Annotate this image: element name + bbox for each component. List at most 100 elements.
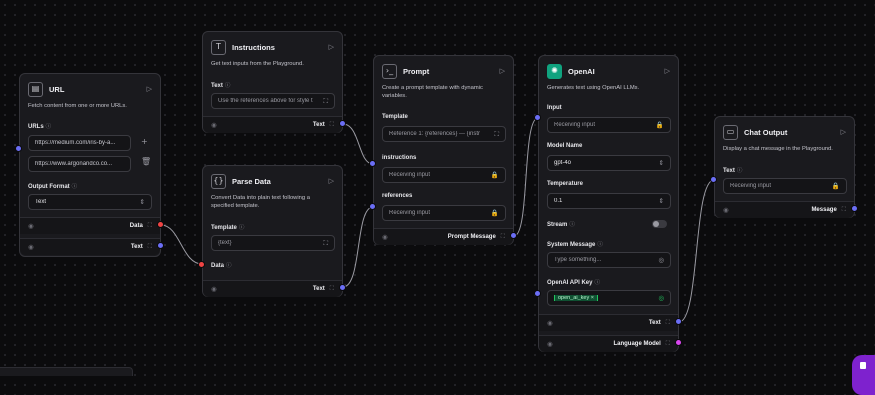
run-icon[interactable]: ▷ [329, 177, 334, 185]
edge-prompt-to-openai[interactable] [513, 117, 539, 237]
parse-data-input-handle[interactable] [198, 261, 205, 268]
braces-icon: {} [211, 173, 226, 189]
openai-text-handle[interactable] [675, 318, 682, 325]
lock-icon: 🔒 [831, 182, 840, 190]
chat-output-handle[interactable] [851, 205, 858, 212]
instructions-text-handle[interactable] [339, 120, 346, 127]
add-url-icon[interactable]: + [141, 137, 148, 146]
system-message-label: System Message ⓘ [547, 242, 603, 248]
run-icon[interactable]: ▷ [841, 128, 846, 136]
api-key-input[interactable]: open_ai_key × ◎ [547, 290, 671, 306]
system-message-input[interactable]: Type something... ◎ [547, 252, 671, 268]
openai-description: Generates text using OpenAI LLMs. [547, 85, 640, 91]
stream-toggle[interactable] [652, 220, 667, 228]
chat-title: Chat Output [744, 127, 788, 137]
chat-text-input[interactable]: Receiving input 🔒 [723, 178, 847, 194]
expand-icon[interactable]: ⛶ [323, 97, 328, 106]
instructions-text-input[interactable]: Use the references above for style t ⛶ [211, 93, 335, 109]
prompt-title: Prompt [403, 66, 430, 76]
openai-input-label: Input [547, 105, 562, 111]
edge-instructions-to-prompt[interactable] [342, 123, 374, 165]
url-input-handle[interactable] [15, 145, 22, 152]
parse-data-label: Data ⓘ [211, 263, 232, 269]
model-name-select[interactable]: gpt-4o ⇕ [547, 155, 671, 171]
expand-icon[interactable]: ⛶ [323, 239, 328, 248]
run-icon[interactable]: ▷ [500, 67, 505, 75]
eye-icon[interactable]: ◉ [547, 319, 649, 327]
chat-output-message: ◉ Message ⛶ [715, 201, 854, 218]
chat-text-label: Text ⓘ [723, 168, 743, 174]
lock-icon: 🔒 [490, 171, 499, 179]
openai-model-handle[interactable] [675, 339, 682, 346]
run-icon[interactable]: ▷ [329, 43, 334, 51]
chat-description: Display a chat message in the Playground… [723, 146, 833, 152]
chat-output-node[interactable]: ▭ Chat Output ▷ Display a chat message i… [714, 116, 855, 218]
eye-icon[interactable]: ◉ [28, 222, 130, 230]
url-node[interactable]: ▤ URL ▷ Fetch content from one or more U… [19, 73, 161, 257]
eye-icon[interactable]: ◉ [382, 233, 448, 241]
scan-icon[interactable]: ⛶ [330, 121, 334, 129]
scan-icon[interactable]: ⛶ [148, 222, 152, 230]
parse-data-node[interactable]: {} Parse Data ▷ Convert Data into plain … [202, 165, 343, 297]
url-input-1[interactable]: https://medium.com/iris-by-a... [28, 135, 131, 151]
edge-parse-to-prompt[interactable] [342, 206, 374, 288]
eye-icon[interactable]: ◉ [211, 285, 313, 293]
prompt-template-input[interactable]: Reference 1: {references} --- {instr ⛶ [382, 126, 506, 142]
prompt-template-label: Template [382, 114, 408, 120]
chat-input-handle[interactable] [710, 176, 717, 183]
url-data-handle[interactable] [157, 221, 164, 228]
urls-label: URLs ⓘ [28, 124, 52, 130]
eye-icon[interactable]: ◉ [547, 340, 613, 348]
expand-icon[interactable]: ⛶ [494, 130, 499, 139]
api-key-label: OpenAI API Key ⓘ [547, 280, 600, 286]
stream-label: Stream ⓘ [547, 222, 575, 228]
edge-url-data-to-parse[interactable] [160, 224, 203, 265]
globe-grid-icon: ▤ [28, 81, 43, 97]
output-format-select[interactable]: Text ⇕ [28, 194, 152, 210]
scan-icon[interactable]: ⛶ [501, 233, 505, 241]
scan-icon[interactable]: ⛶ [666, 340, 670, 348]
prompt-references-handle[interactable] [369, 203, 376, 210]
url-output-data: ◉ Data ⛶ [20, 217, 160, 234]
parse-text-handle[interactable] [339, 284, 346, 291]
lock-icon: 🔒 [490, 209, 499, 217]
openai-input-field[interactable]: Receiving input 🔒 [547, 117, 671, 133]
playground-button[interactable] [852, 355, 875, 395]
url-text-handle[interactable] [157, 242, 164, 249]
scan-icon[interactable]: ⛶ [148, 243, 152, 251]
model-name-label: Model Name [547, 143, 583, 149]
edge-openai-to-chat[interactable] [678, 179, 715, 323]
api-key-chip[interactable]: open_ai_key × [554, 295, 598, 301]
prompt-output-handle[interactable] [510, 232, 517, 239]
globe-icon[interactable]: ◎ [658, 256, 664, 264]
prompt-node[interactable]: ›_ Prompt ▷ Create a prompt template wit… [373, 55, 514, 245]
trash-icon[interactable]: 🗑 [141, 157, 151, 166]
chat-icon: ▭ [723, 124, 738, 140]
scan-icon[interactable]: ⛶ [842, 206, 846, 214]
prompt-references-input[interactable]: Receiving input 🔒 [382, 205, 506, 221]
eye-icon[interactable]: ◉ [723, 206, 811, 214]
scan-icon[interactable]: ⛶ [666, 319, 670, 327]
openai-title: OpenAI [568, 66, 595, 76]
stepper-icon[interactable]: ⇕ [659, 197, 664, 205]
instructions-title: Instructions [232, 42, 275, 52]
eye-icon[interactable]: ◉ [28, 243, 131, 251]
openai-apikey-handle[interactable] [534, 290, 541, 297]
temperature-input[interactable]: 0.1 ⇕ [547, 193, 671, 209]
openai-node[interactable]: ✺ OpenAI ▷ Generates text using OpenAI L… [538, 55, 679, 352]
run-icon[interactable]: ▷ [147, 85, 152, 93]
parse-template-input[interactable]: {text} ⛶ [211, 235, 335, 251]
prompt-instructions-input[interactable]: Receiving input 🔒 [382, 167, 506, 183]
url-input-2[interactable]: https://www.argonandco.co... [28, 156, 131, 172]
prompt-description: Create a prompt template with dynamic va… [382, 85, 483, 99]
run-icon[interactable]: ▷ [665, 67, 670, 75]
scan-icon[interactable]: ⛶ [330, 285, 334, 293]
lock-icon: 🔒 [655, 121, 664, 129]
eye-icon[interactable]: ◉ [211, 121, 313, 129]
globe-icon[interactable]: ◎ [658, 294, 664, 302]
prompt-instructions-handle[interactable] [369, 160, 376, 167]
instructions-node[interactable]: T Instructions ▷ Get text inputs from th… [202, 31, 343, 133]
url-node-title: URL [49, 84, 65, 94]
parse-output-text: ◉ Text ⛶ [203, 280, 342, 297]
openai-input-handle[interactable] [534, 114, 541, 121]
